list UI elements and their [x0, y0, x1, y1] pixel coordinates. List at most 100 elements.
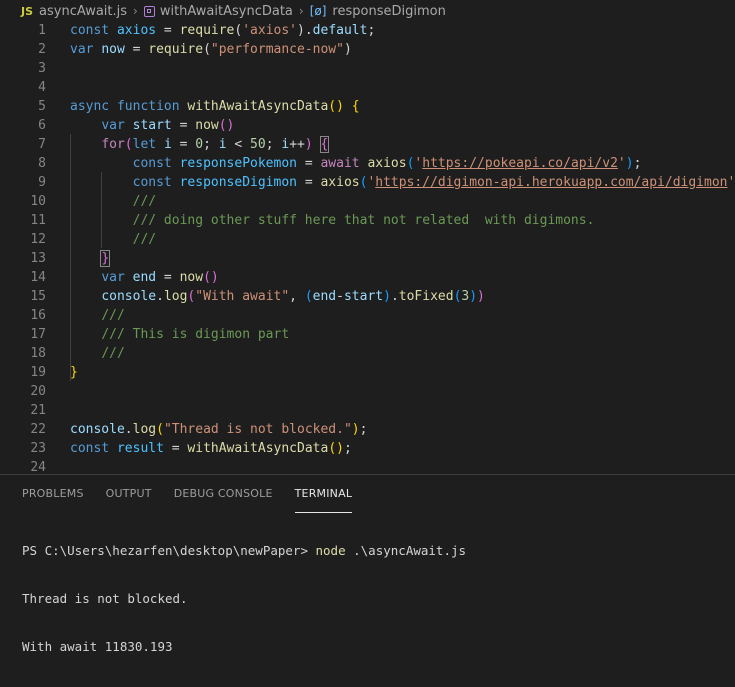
code-text: var start = now()	[70, 116, 234, 135]
panel-tabs: PROBLEMS OUTPUT DEBUG CONSOLE TERMINAL	[0, 475, 353, 513]
line-number: 24	[30, 460, 46, 474]
code-token: axios	[116, 23, 157, 38]
tab-debug-console[interactable]: DEBUG CONSOLE	[174, 475, 273, 513]
code-token: const	[70, 23, 117, 38]
code-token: axios	[320, 175, 360, 190]
breadcrumb-symbol[interactable]: responseDigimon	[332, 4, 445, 19]
breadcrumb-function[interactable]: withAwaitAsyncData	[160, 4, 293, 19]
code-token: require	[179, 23, 235, 38]
code-token: var	[101, 118, 133, 133]
code-line[interactable]: 19}	[0, 363, 735, 382]
code-line[interactable]: 8 const responsePokemon = await axios('h…	[0, 154, 735, 173]
code-token: default	[312, 23, 368, 38]
code-line[interactable]: 5 async function withAwaitAsyncData() {	[0, 97, 735, 116]
code-line[interactable]: 2 var now = require("performance-now")	[0, 40, 735, 59]
code-line[interactable]: 6 var start = now()	[0, 116, 735, 135]
line-number: 12	[30, 232, 46, 247]
code-token: ;	[203, 137, 219, 152]
bottom-panel: PROBLEMS OUTPUT DEBUG CONSOLE TERMINAL PS C…	[0, 474, 735, 654]
code-token: responsePokemon	[179, 156, 297, 171]
code-token: /// This is digimon part	[101, 327, 290, 342]
variable-brackets-icon: [ø]	[309, 4, 327, 18]
code-token: (	[203, 42, 211, 57]
code-line[interactable]: 15 console.log("With await", (end-start)…	[0, 287, 735, 306]
code-line[interactable]: 9 const responseDigimon = axios('https:/…	[0, 173, 735, 192]
code-token: )	[383, 289, 391, 304]
tab-problems[interactable]: PROBLEMS	[22, 475, 84, 513]
code-line[interactable]: 12 ///	[0, 230, 735, 249]
code-line[interactable]: 17 /// This is digimon part	[0, 325, 735, 344]
code-token: /// doing other stuff here that not rela…	[132, 213, 595, 228]
code-line[interactable]: 23 const result = withAwaitAsyncData();	[0, 439, 735, 458]
code-token: )	[304, 137, 313, 152]
code-token: =	[171, 118, 196, 133]
code-line[interactable]: 14 var end = now()	[0, 268, 735, 287]
code-text: const responseDigimon = axios('https://d…	[70, 173, 735, 192]
line-number: 3	[38, 61, 46, 76]
code-token: )	[469, 289, 478, 304]
code-token: (	[304, 289, 313, 304]
code-token: i	[218, 137, 227, 152]
chevron-right-icon: ›	[133, 4, 138, 18]
code-token: "Thread is not blocked."	[163, 422, 352, 437]
tab-output[interactable]: OUTPUT	[106, 475, 152, 513]
code-token: now	[195, 118, 219, 133]
code-editor[interactable]: 1 const axios = require('axios').default;…	[0, 20, 735, 474]
code-text: var now = require("performance-now")	[70, 40, 352, 59]
code-line[interactable]: 21	[0, 401, 735, 420]
terminal-command: node	[315, 543, 346, 558]
code-line[interactable]: 4	[0, 78, 735, 97]
code-text: /// This is digimon part	[70, 325, 289, 344]
code-token: ,	[289, 289, 305, 304]
code-line[interactable]: 7 for(let i = 0; i < 50; i++) {	[0, 135, 735, 154]
code-line[interactable]: 20	[0, 382, 735, 401]
code-token: const	[132, 156, 180, 171]
tab-terminal[interactable]: TERMINAL	[294, 475, 353, 513]
code-token: ()	[328, 441, 344, 456]
code-text: ///	[70, 192, 156, 211]
code-token: ;	[265, 137, 282, 152]
terminal[interactable]: PS C:\Users\hezarfen\desktop\newPaper> n…	[22, 511, 466, 687]
code-token: withAwaitAsyncData	[187, 441, 329, 456]
code-token: '	[727, 175, 735, 190]
code-token: ///	[132, 232, 157, 247]
code-line[interactable]: 22 console.log("Thread is not blocked.");	[0, 420, 735, 439]
code-line[interactable]: 10 ///	[0, 192, 735, 211]
terminal-prompt: PS C:\Users\hezarfen\desktop\newPaper>	[22, 543, 316, 558]
code-token: async function	[70, 99, 188, 114]
code-token: )	[351, 422, 360, 437]
code-line[interactable]: 18 ///	[0, 344, 735, 363]
code-token: =	[297, 156, 321, 171]
code-token: ///	[132, 194, 157, 209]
code-token: axios	[367, 156, 407, 171]
code-line[interactable]: 11 /// doing other stuff here that not r…	[0, 211, 735, 230]
line-number: 10	[30, 194, 46, 209]
code-token: )	[343, 42, 352, 57]
line-number: 17	[30, 327, 46, 342]
code-token: result	[116, 441, 164, 456]
code-token: 50	[250, 137, 266, 152]
code-text: }	[70, 249, 111, 268]
code-token: "With await"	[195, 289, 290, 304]
code-line[interactable]: 24	[0, 458, 735, 474]
code-token: https://digimon-api.herokuapp.com/api/di…	[375, 175, 728, 190]
code-line[interactable]: 13 }	[0, 249, 735, 268]
code-line[interactable]: 3	[0, 59, 735, 78]
code-token: console	[70, 422, 125, 437]
line-number: 19	[30, 365, 46, 380]
line-number: 9	[38, 175, 46, 190]
code-token: )	[477, 289, 485, 304]
code-line[interactable]: 16 ///	[0, 306, 735, 325]
code-line[interactable]: 1 const axios = require('axios').default;	[0, 21, 735, 40]
terminal-output-line: Thread is not blocked.	[22, 591, 188, 606]
code-token: ).	[297, 23, 313, 38]
code-token: start	[132, 118, 172, 133]
breadcrumb-file[interactable]: asyncAwait.js	[39, 4, 127, 19]
code-token: const	[132, 175, 180, 190]
code-token: ;	[359, 422, 368, 437]
